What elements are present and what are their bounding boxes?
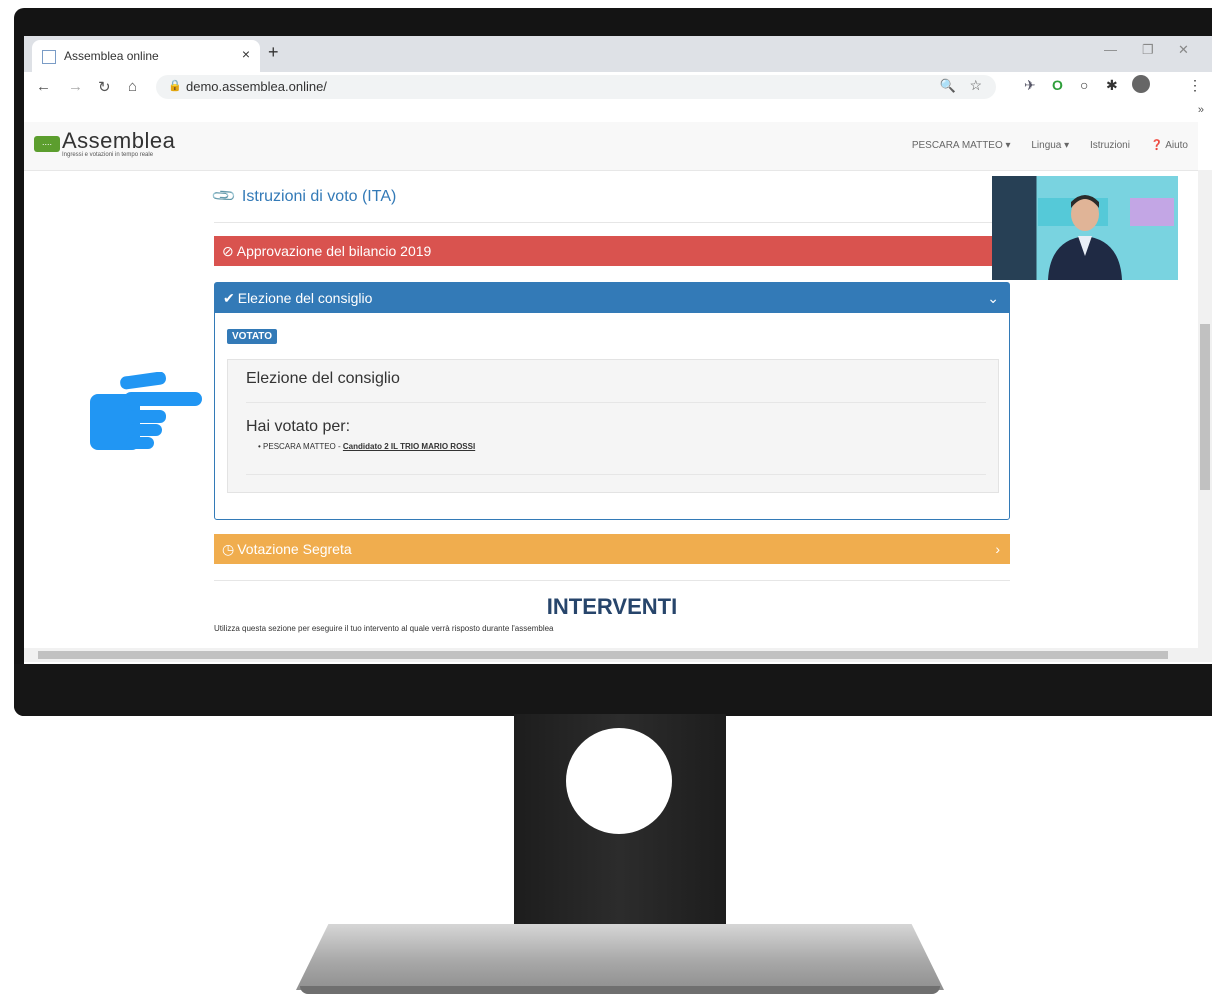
presenter-image <box>1048 195 1122 280</box>
panel-segreta-title: Votazione Segreta <box>237 541 352 557</box>
vote-entry: • PESCARA MATTEO - Candidato 2 IL TRIO M… <box>258 442 475 451</box>
voting-instructions-label: Istruzioni di voto (ITA) <box>241 188 397 205</box>
monitor-stand-hole <box>566 728 672 834</box>
address-bar[interactable]: 🔒 demo.assemblea.online/ 🔍 ☆ <box>156 75 996 99</box>
user-menu[interactable]: PESCARA MATTEO ▾ <box>912 140 1011 151</box>
panel-consiglio-title: Elezione del consiglio <box>237 290 373 306</box>
bookmarks-bar: » <box>24 102 1212 122</box>
logo-badge-icon: .... <box>34 136 60 152</box>
close-window-icon[interactable]: ✕ <box>1178 42 1189 58</box>
bookmarks-more-icon[interactable]: » <box>1198 104 1204 116</box>
vote-choice-link[interactable]: Candidato 2 IL TRIO MARIO ROSSI <box>343 442 475 451</box>
logo-tagline: Ingressi e votazioni in tempo reale <box>62 152 154 158</box>
monitor-chin <box>14 664 1212 716</box>
video-overlay[interactable] <box>992 176 1178 280</box>
extension-ring-icon[interactable]: ○ <box>1080 77 1088 93</box>
close-tab-icon[interactable]: × <box>242 46 250 62</box>
monitor-screen: Assemblea online × + — ❐ ✕ ← → ↻ ⌂ 🔒 dem… <box>24 36 1212 664</box>
voted-for-label: Hai votato per: <box>246 418 351 435</box>
chevron-down-icon[interactable]: ⌄ <box>987 283 999 313</box>
voted-badge: VOTATO <box>227 329 277 344</box>
logo-name: Assemblea <box>62 128 176 153</box>
favicon-icon <box>42 50 56 64</box>
lock-icon: 🔒 <box>168 80 182 92</box>
divider <box>214 222 1010 223</box>
vertical-scrollbar[interactable] <box>1198 170 1212 662</box>
video-screen-panel <box>1130 198 1174 226</box>
reload-icon[interactable]: ↻ <box>98 78 111 96</box>
clock-icon: ◷ <box>222 541 235 557</box>
vertical-scroll-thumb[interactable] <box>1200 324 1210 490</box>
language-menu[interactable]: Lingua ▾ <box>1031 140 1069 151</box>
monitor-stand-base-edge <box>300 986 940 994</box>
interventi-heading: INTERVENTI <box>546 594 678 619</box>
navbar-links: PESCARA MATTEO ▾ Lingua ▾ Istruzioni ❓ Ai… <box>894 140 1188 151</box>
vote-summary-title: Elezione del consiglio <box>246 370 400 387</box>
divider <box>214 580 1010 581</box>
check-icon: ✔ <box>223 290 235 306</box>
panel-votazione-segreta[interactable]: ◷ Votazione Segreta › <box>214 534 1010 564</box>
bookmark-star-icon[interactable]: ☆ <box>969 77 982 94</box>
voting-instructions-link[interactable]: 📎 Istruzioni di voto (ITA) <box>211 183 397 209</box>
home-icon[interactable]: ⌂ <box>128 78 137 95</box>
chevron-right-icon[interactable]: › <box>995 534 1000 564</box>
profile-avatar[interactable] <box>1132 75 1150 93</box>
menu-kebab-icon[interactable]: ⋮ <box>1188 77 1202 94</box>
help-label: Aiuto <box>1165 140 1188 151</box>
back-icon[interactable]: ← <box>36 78 51 95</box>
forward-icon[interactable]: → <box>68 78 83 95</box>
divider <box>246 402 986 403</box>
new-tab-button[interactable]: + <box>268 42 279 63</box>
minimize-icon[interactable]: — <box>1104 42 1117 57</box>
panel-bilancio[interactable]: ⊘ Approvazione del bilancio 2019 <box>214 236 1010 266</box>
url-text: demo.assemblea.online/ <box>186 79 327 94</box>
interventi-description: Utilizza questa sezione per eseguire il … <box>214 624 554 633</box>
panel-bilancio-title: Approvazione del bilancio 2019 <box>236 243 432 259</box>
tab-title: Assemblea online <box>64 49 159 63</box>
browser-tab[interactable]: Assemblea online × <box>32 40 260 72</box>
extensions-puzzle-icon[interactable]: ✱ <box>1106 77 1118 94</box>
panel-consiglio-header[interactable]: ✔ Elezione del consiglio ⌄ <box>215 283 1009 313</box>
restore-icon[interactable]: ❐ <box>1142 42 1154 58</box>
instructions-link[interactable]: Istruzioni <box>1090 140 1130 151</box>
browser-toolbar: ← → ↻ ⌂ 🔒 demo.assemblea.online/ 🔍 ☆ ✈ O… <box>24 72 1212 103</box>
horizontal-scroll-thumb[interactable] <box>38 651 1168 659</box>
divider <box>246 474 986 475</box>
pointing-hand-shape <box>90 372 202 450</box>
paperclip-icon: 📎 <box>211 183 238 210</box>
extension-circle-icon[interactable]: O <box>1052 77 1063 93</box>
pointing-hand-icon <box>90 372 202 450</box>
help-link[interactable]: ❓ Aiuto <box>1151 140 1188 151</box>
extension-bird-icon[interactable]: ✈ <box>1024 77 1036 94</box>
panel-consiglio: ✔ Elezione del consiglio ⌄ VOTATO Elezion… <box>214 282 1010 520</box>
site-navbar: .... Assemblea Ingressi e votazioni in t… <box>24 122 1198 171</box>
horizontal-scrollbar[interactable] <box>24 648 1198 662</box>
browser-tabstrip: Assemblea online × + — ❐ ✕ <box>24 36 1212 72</box>
vote-person: • PESCARA MATTEO - <box>258 442 343 451</box>
help-icon: ❓ <box>1150 140 1164 151</box>
monitor-stand-base <box>296 924 944 990</box>
zoom-icon[interactable]: 🔍 <box>940 78 956 94</box>
vote-summary: Elezione del consiglio Hai votato per: •… <box>227 359 999 493</box>
ban-icon: ⊘ <box>222 243 234 259</box>
